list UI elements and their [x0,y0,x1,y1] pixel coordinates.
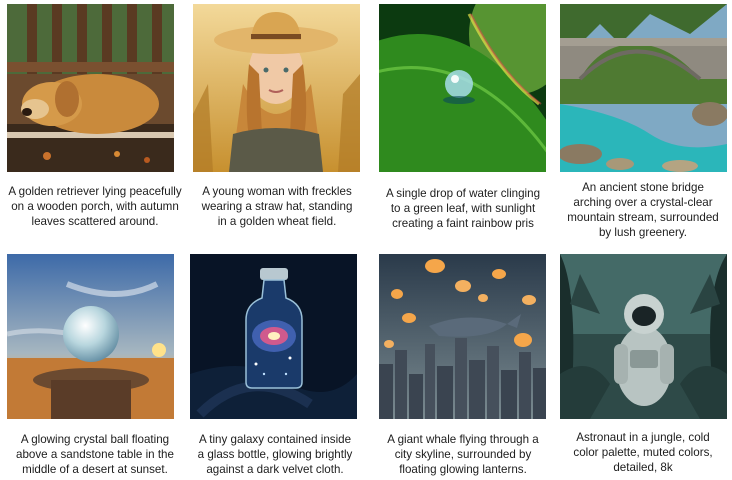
caption-water-drop: A single drop of water clinging to a gre… [385,187,541,230]
woman-image [193,4,360,172]
flying-whale-image [379,254,546,419]
bridge-image [560,4,727,172]
astronaut-image [560,254,727,419]
galaxy-bottle-image [190,254,357,419]
caption-dog: A golden retriever lying peacefully on a… [8,185,182,228]
caption-woman: A young woman with freckles wearing a st… [201,185,353,228]
caption-bridge: An ancient stone bridge arching over a c… [567,181,719,239]
crystal-ball-image [7,254,174,419]
dog-image [7,4,174,172]
caption-flying-whale: A giant whale flying through a city skyl… [387,433,539,476]
caption-crystal-ball: A glowing crystal ball floating above a … [16,433,174,476]
water-drop-image [379,4,546,172]
caption-astronaut: Astronaut in a jungle, cold color palett… [573,431,713,474]
caption-galaxy-bottle: A tiny galaxy contained inside a glass b… [197,433,353,476]
